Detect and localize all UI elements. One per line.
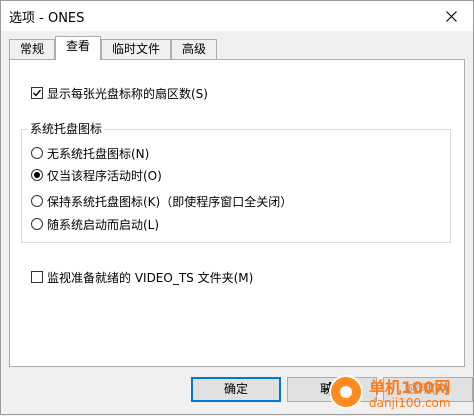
- monitor-video-ts-option[interactable]: 监视准备就绪的 VIDEO_TS 文件夹(M): [31, 268, 253, 286]
- watermark-circle-icon: [329, 375, 363, 409]
- ok-button[interactable]: 确定: [191, 377, 281, 402]
- radio-start-with-system[interactable]: 随系统启动而启动(L): [31, 215, 159, 233]
- radio-only-when-active[interactable]: 仅当该程序活动时(O): [31, 166, 162, 184]
- radio-label: 仅当该程序活动时(O): [47, 168, 162, 183]
- show-sector-count-label: 显示每张光盘标称的扇区数(S): [47, 86, 208, 101]
- close-icon: [445, 10, 457, 22]
- monitor-video-ts-checkbox[interactable]: [31, 271, 43, 283]
- tab-advanced[interactable]: 高级: [171, 39, 217, 59]
- tab-temp-files[interactable]: 临时文件: [101, 39, 171, 59]
- tray-icon-group-title: 系统托盘图标: [28, 122, 105, 136]
- show-sector-count-option[interactable]: 显示每张光盘标称的扇区数(S): [31, 84, 208, 102]
- radio-button[interactable]: [31, 169, 43, 181]
- watermark-url: danji100.com: [369, 396, 451, 410]
- show-sector-count-checkbox[interactable]: [31, 87, 43, 99]
- window-title: 选项 - ONES: [9, 11, 85, 26]
- watermark-logo: + 单机100网 danji100.com: [321, 371, 474, 416]
- tab-general[interactable]: 常规: [9, 39, 55, 59]
- title-bar[interactable]: 选项 - ONES: [1, 1, 473, 31]
- radio-label: 随系统启动而启动(L): [47, 217, 160, 232]
- watermark-text: 单机100网: [369, 378, 451, 397]
- radio-label: 保持系统托盘图标(K)（即使程序窗口全关闭）: [47, 194, 293, 209]
- checkmark-icon: [33, 89, 42, 97]
- options-dialog: 选项 - ONES 常规 查看 临时文件 高级 显示每张光盘标称的扇区数(S) …: [0, 0, 474, 415]
- radio-button[interactable]: [31, 195, 43, 207]
- radio-button[interactable]: [31, 218, 43, 230]
- radio-no-tray-icon[interactable]: 无系统托盘图标(N): [31, 144, 149, 162]
- close-button[interactable]: [429, 1, 473, 31]
- radio-button[interactable]: [31, 147, 43, 159]
- monitor-video-ts-label: 监视准备就绪的 VIDEO_TS 文件夹(M): [47, 270, 254, 285]
- radio-keep-tray-icon[interactable]: 保持系统托盘图标(K)（即使程序窗口全关闭）: [31, 192, 292, 210]
- radio-label: 无系统托盘图标(N): [47, 146, 150, 161]
- tab-view[interactable]: 查看: [55, 36, 101, 60]
